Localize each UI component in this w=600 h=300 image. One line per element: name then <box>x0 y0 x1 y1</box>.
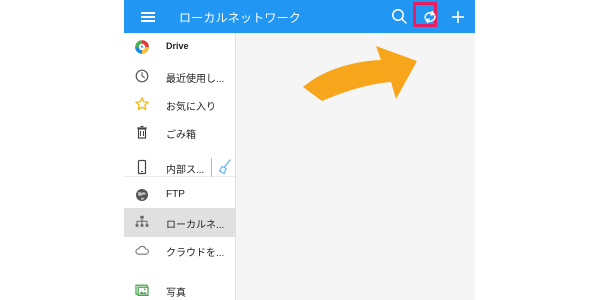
hamburger-line <box>141 12 155 14</box>
app-window: ローカルネットワーク Drive 最近使用し... お気に入り ごみ箱 内部ス.… <box>124 0 475 300</box>
sidebar-item-cloud[interactable]: クラウドを... <box>124 236 235 265</box>
sidebar-item-label: ごみ箱 <box>166 130 196 141</box>
sidebar-item-label: FTP <box>166 189 185 200</box>
phone-icon <box>137 159 147 175</box>
navigation-drawer: Drive 最近使用し... お気に入り ごみ箱 内部ス... FTP ローカル… <box>124 33 236 300</box>
sidebar-item-trash[interactable]: ごみ箱 <box>124 118 235 147</box>
clean-divider <box>211 158 212 177</box>
hamburger-line <box>141 16 155 18</box>
sidebar-item-local-network[interactable]: ローカルネ... <box>124 208 235 237</box>
sidebar-item-label: 最近使用し... <box>166 74 225 85</box>
hamburger-line <box>141 20 155 22</box>
sidebar-item-ftp[interactable]: FTP <box>124 181 235 210</box>
refresh-icon[interactable] <box>419 6 441 28</box>
page-title: ローカルネットワーク <box>179 11 302 25</box>
top-app-bar: ローカルネットワーク <box>124 0 475 33</box>
sidebar-item-label: クラウドを... <box>166 248 225 259</box>
drive-icon <box>135 40 149 54</box>
sidebar-item-label: 写真 <box>166 288 186 299</box>
sidebar-item-recent[interactable]: 最近使用し... <box>124 62 235 91</box>
sidebar-item-label: お気に入り <box>166 102 216 113</box>
sidebar-item-photos[interactable]: 写真 <box>124 276 235 300</box>
cloud-icon <box>135 245 149 255</box>
recent-icon <box>135 69 149 83</box>
trash-icon <box>137 125 147 139</box>
sidebar-item-label: ローカルネ... <box>166 220 225 231</box>
sidebar-item-drive[interactable]: Drive <box>124 33 235 62</box>
sidebar-item-favorites[interactable]: お気に入り <box>124 90 235 119</box>
ftp-globe-icon <box>136 189 148 201</box>
hamburger-menu-icon[interactable] <box>138 6 160 26</box>
photo-icon <box>135 284 149 296</box>
cleanup-brush-icon[interactable] <box>217 158 233 176</box>
search-icon[interactable] <box>389 6 411 28</box>
sidebar-item-internal-storage[interactable]: 内部ス... <box>124 153 235 182</box>
sidebar-item-label: 内部ス... <box>166 165 205 176</box>
content-area <box>236 33 475 300</box>
plus-icon[interactable] <box>447 6 469 28</box>
local-network-icon <box>135 215 149 227</box>
favorite-star-icon <box>135 97 149 111</box>
sidebar-item-label: Drive <box>166 41 189 51</box>
